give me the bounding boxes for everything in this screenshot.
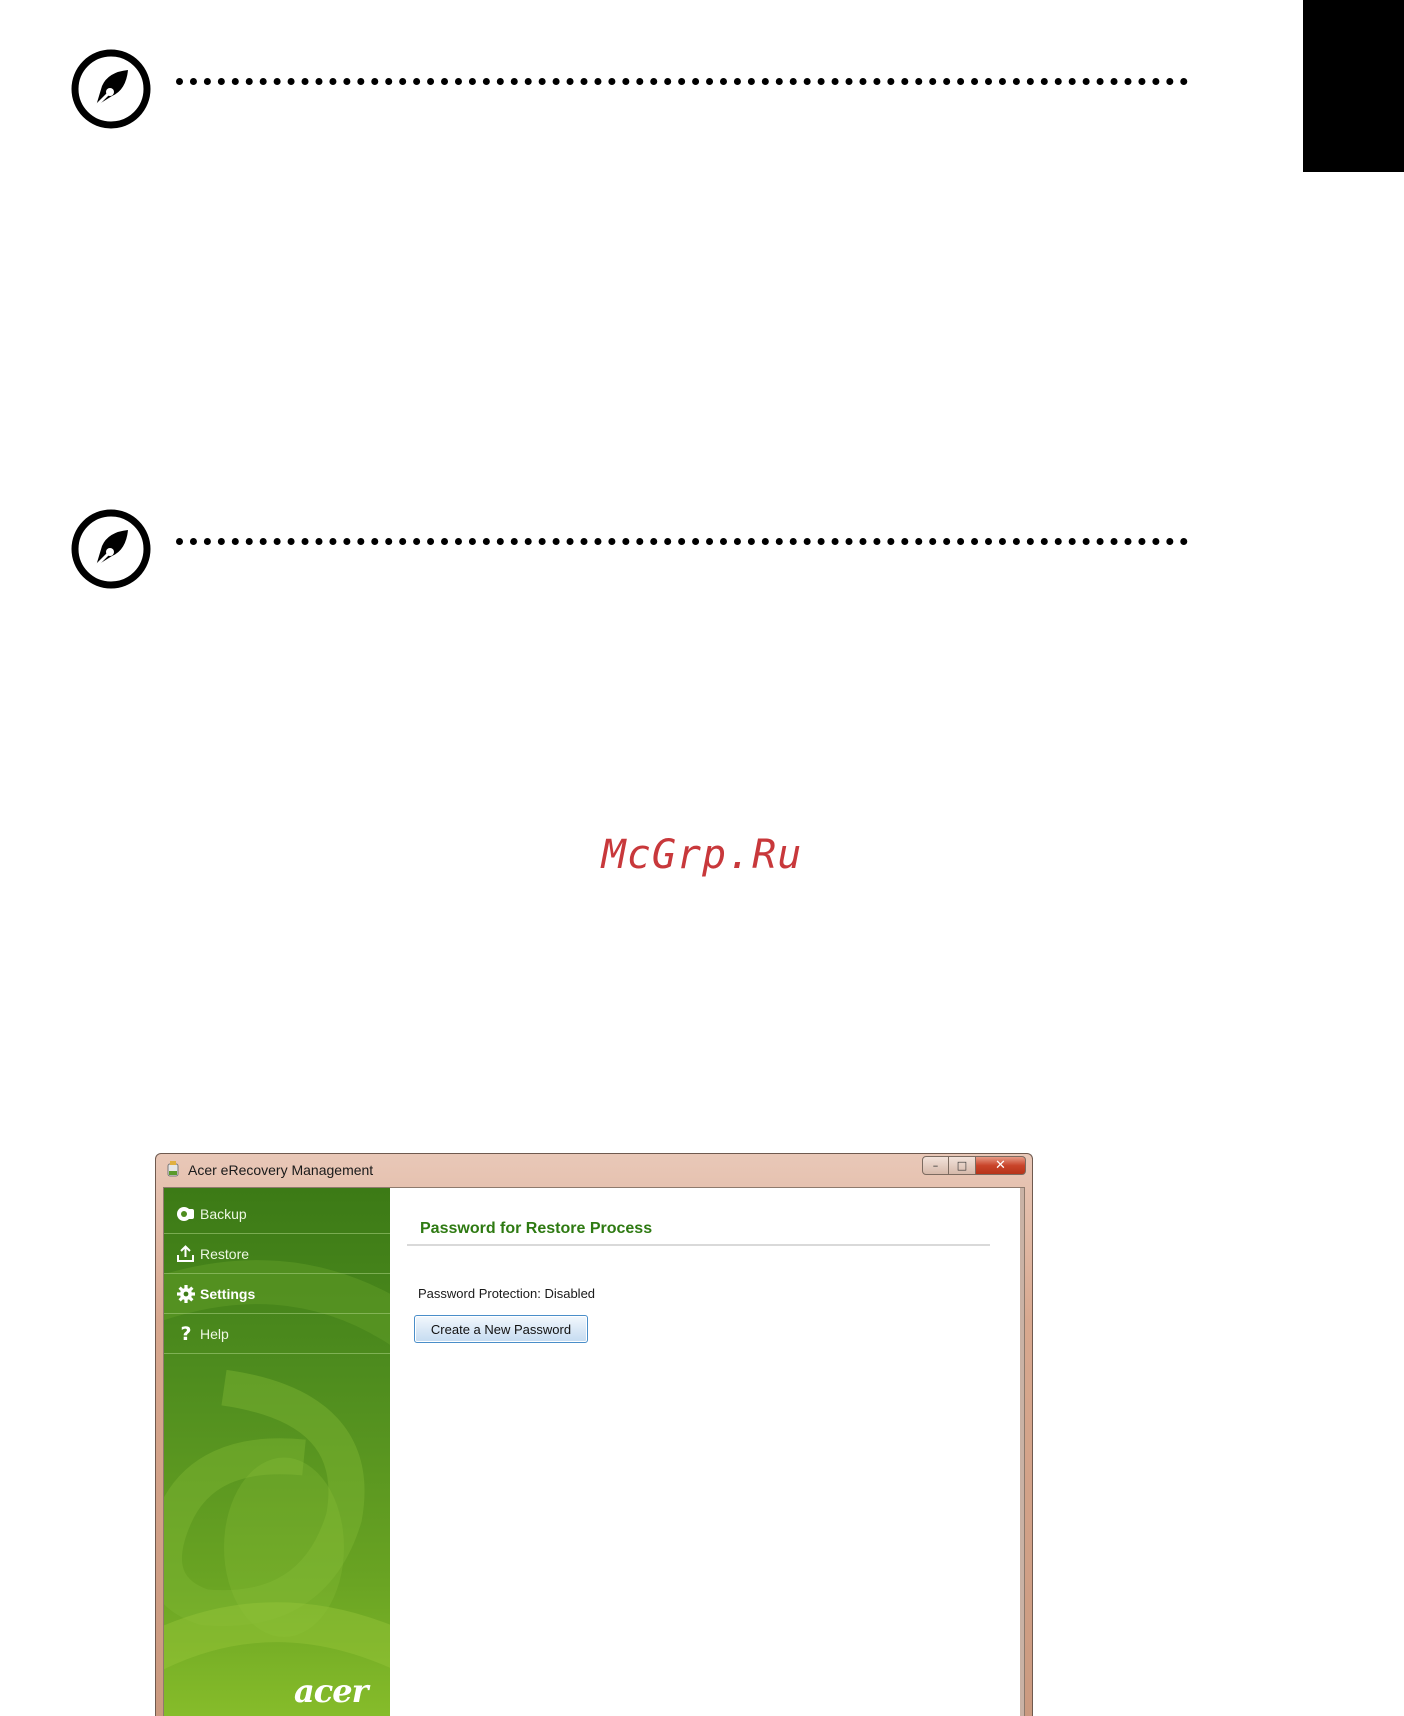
sidebar-item-backup[interactable]: Backup [164,1194,390,1234]
close-button[interactable]: ✕ [976,1156,1026,1175]
sidebar-item-label: Restore [200,1245,250,1262]
sidebar-item-help[interactable]: ? Help [164,1314,390,1354]
page-title: Password for Restore Process [420,1220,653,1237]
title-divider [407,1244,990,1246]
create-new-password-button[interactable]: Create a New Password [414,1315,588,1343]
sidebar-item-restore[interactable]: Restore [164,1234,390,1274]
acer-logo: acer [294,1672,368,1710]
note-divider [176,538,1188,545]
sidebar: Backup Restore Settings ? Help acer [164,1188,390,1716]
help-icon: ? [180,1322,192,1345]
note-pen-icon [71,509,151,589]
note-pen-icon [71,49,151,129]
sidebar-item-label: Settings [200,1285,256,1302]
backup-icon [177,1206,194,1221]
sidebar-item-label: Help [200,1325,229,1342]
erecovery-window: Acer eRecovery Management – □ ✕ Backup R… [155,1153,1033,1716]
restore-icon [177,1244,194,1262]
note-divider [176,78,1188,85]
minimize-button[interactable]: – [922,1156,949,1175]
settings-panel: Password for Restore Process Password Pr… [390,1188,1024,1716]
chapter-tab-marker [1303,0,1404,172]
sidebar-item-label: Backup [200,1205,247,1222]
password-status: Password Protection: Disabled [418,1286,596,1301]
app-icon [167,1161,179,1177]
maximize-button[interactable]: □ [949,1156,976,1175]
gear-icon [177,1284,195,1303]
sidebar-nav: Backup Restore Settings ? Help [164,1194,390,1354]
window-right-border [1020,1188,1024,1716]
sidebar-item-settings[interactable]: Settings [164,1274,390,1314]
watermark: McGrp.Ru [601,832,803,878]
window-title: Acer eRecovery Management [188,1162,374,1178]
window-client: Backup Restore Settings ? Help acer Pass… [163,1187,1025,1716]
window-controls: – □ ✕ [922,1156,1026,1176]
title-bar[interactable]: Acer eRecovery Management – □ ✕ [156,1154,1032,1187]
